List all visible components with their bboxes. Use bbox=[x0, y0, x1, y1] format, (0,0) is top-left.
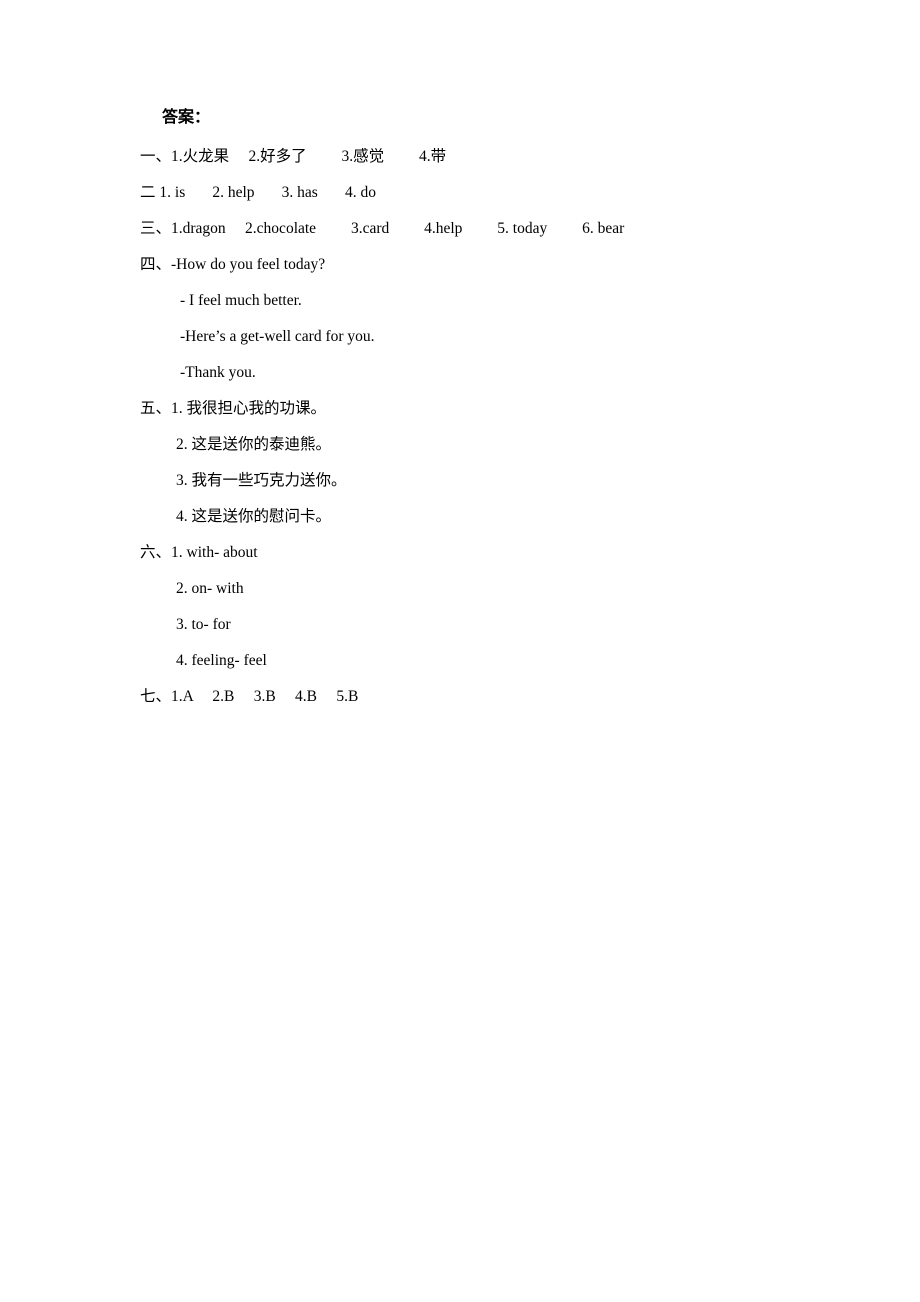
section-marker: 一、 bbox=[140, 148, 172, 165]
answer-line: 一、1.火龙果 2.好多了 3.感觉 4.带 bbox=[140, 146, 800, 167]
answer-line: 4. 这是送你的慰问卡。 bbox=[176, 506, 800, 527]
section-marker: 二 bbox=[140, 184, 160, 201]
answer-text: 1. 我很担心我的功课。 bbox=[171, 400, 327, 417]
answer-line: 2. 这是送你的泰迪熊。 bbox=[176, 434, 800, 455]
section-1: 一、1.火龙果 2.好多了 3.感觉 4.带 bbox=[140, 146, 800, 167]
answer-line: 二 1. is 2. help 3. has 4. do bbox=[140, 182, 800, 203]
answer-line: 3. 我有一些巧克力送你。 bbox=[176, 470, 800, 491]
answer-text: -Here’s a get-well card for you. bbox=[180, 328, 375, 345]
answer-text: - I feel much better. bbox=[180, 292, 302, 309]
answer-text: 2. 这是送你的泰迪熊。 bbox=[176, 436, 332, 453]
section-2: 二 1. is 2. help 3. has 4. do bbox=[140, 182, 800, 203]
answer-line: -Here’s a get-well card for you. bbox=[180, 326, 800, 347]
answer-text: 1.dragon 2.chocolate 3.card 4.help 5. to… bbox=[171, 220, 625, 237]
answer-line: 七、1.A 2.B 3.B 4.B 5.B bbox=[140, 686, 800, 707]
answer-text: 1.火龙果 2.好多了 3.感觉 4.带 bbox=[171, 148, 447, 165]
answer-line: 3. to- for bbox=[176, 614, 800, 635]
section-4: 四、-How do you feel today? - I feel much b… bbox=[140, 254, 800, 383]
answer-line: - I feel much better. bbox=[180, 290, 800, 311]
section-marker: 四、 bbox=[140, 256, 172, 273]
answer-text: 1. with- about bbox=[171, 544, 258, 561]
page-title: 答案： bbox=[162, 109, 211, 126]
answer-text: -How do you feel today? bbox=[171, 256, 326, 273]
document-page: 答案： 一、1.火龙果 2.好多了 3.感觉 4.带二 1. is 2. hel… bbox=[0, 0, 920, 1302]
section-marker: 五、 bbox=[140, 400, 172, 417]
section-7: 七、1.A 2.B 3.B 4.B 5.B bbox=[140, 686, 800, 707]
answer-line: 4. feeling- feel bbox=[176, 650, 800, 671]
answer-text: 2. on- with bbox=[176, 580, 244, 597]
section-marker: 三、 bbox=[140, 220, 172, 237]
answer-line: 六、1. with- about bbox=[140, 542, 800, 563]
answer-line: 四、-How do you feel today? bbox=[140, 254, 800, 275]
section-marker: 七、 bbox=[140, 688, 172, 705]
answer-text: 4. 这是送你的慰问卡。 bbox=[176, 508, 332, 525]
answer-line: 五、1. 我很担心我的功课。 bbox=[140, 398, 800, 419]
section-marker: 六、 bbox=[140, 544, 172, 561]
answer-text: -Thank you. bbox=[180, 364, 256, 381]
section-3: 三、1.dragon 2.chocolate 3.card 4.help 5. … bbox=[140, 218, 800, 239]
document-body: 答案： 一、1.火龙果 2.好多了 3.感觉 4.带二 1. is 2. hel… bbox=[140, 108, 800, 722]
answer-sections: 一、1.火龙果 2.好多了 3.感觉 4.带二 1. is 2. help 3.… bbox=[140, 146, 800, 707]
answer-text: 1.A 2.B 3.B 4.B 5.B bbox=[171, 688, 359, 705]
answer-text: 3. 我有一些巧克力送你。 bbox=[176, 472, 347, 489]
answer-line: 2. on- with bbox=[176, 578, 800, 599]
answer-text: 3. to- for bbox=[176, 616, 231, 633]
answer-text: 1. is 2. help 3. has 4. do bbox=[159, 184, 376, 201]
answer-line: -Thank you. bbox=[180, 362, 800, 383]
answer-line: 三、1.dragon 2.chocolate 3.card 4.help 5. … bbox=[140, 218, 800, 239]
section-5: 五、1. 我很担心我的功课。 2. 这是送你的泰迪熊。 3. 我有一些巧克力送你。 4… bbox=[140, 398, 800, 527]
answer-text: 4. feeling- feel bbox=[176, 652, 267, 669]
section-6: 六、1. with- about 2. on- with 3. to- for 4. … bbox=[140, 542, 800, 671]
